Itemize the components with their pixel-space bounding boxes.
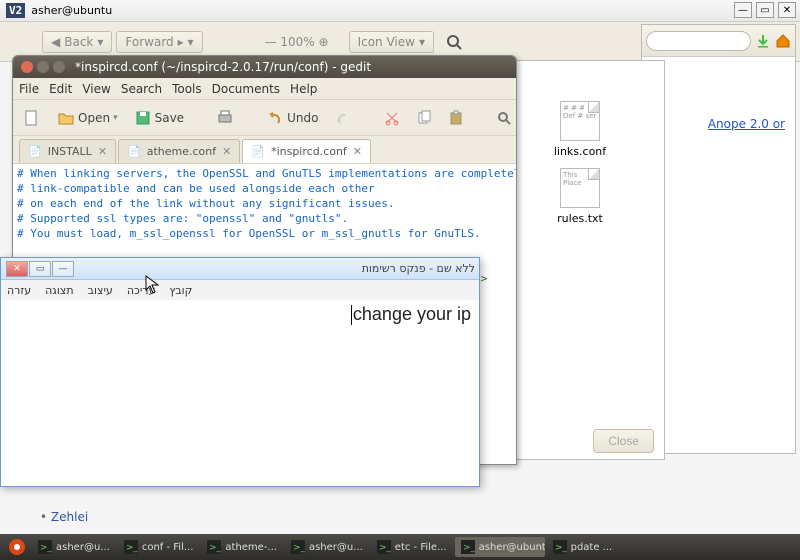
vnc-window-controls: — ▭ ✕: [734, 2, 796, 18]
gedit-menubar: File Edit View Search Tools Documents He…: [13, 78, 516, 100]
new-button[interactable]: [19, 107, 45, 129]
cut-button[interactable]: [380, 108, 404, 128]
close-button[interactable]: ✕: [6, 261, 28, 277]
svg-text:>_: >_: [293, 543, 305, 553]
file-label: rules.txt: [506, 212, 654, 225]
file-pane: # # # # Def # ser links.conf This Place …: [495, 60, 665, 460]
start-menu-button[interactable]: [4, 536, 30, 558]
text-file-icon: # # # # Def # ser: [560, 101, 600, 141]
maximize-button[interactable]: ▭: [756, 2, 774, 18]
terminal-icon: >_: [553, 540, 567, 554]
back-button[interactable]: ◀ Back ▾: [42, 31, 112, 53]
close-button[interactable]: Close: [593, 429, 654, 453]
menu-help[interactable]: Help: [290, 82, 317, 96]
svg-text:>_: >_: [209, 543, 221, 553]
menu-tools[interactable]: Tools: [172, 82, 202, 96]
svg-text:>_: >_: [379, 543, 391, 553]
gedit-tabbar: 📄 INSTALL ✕ 📄 atheme.conf ✕ 📄 *inspircd.…: [13, 136, 516, 164]
home-icon[interactable]: [775, 33, 791, 49]
anope-link[interactable]: Anope 2.0 or: [708, 117, 785, 131]
menu-edit[interactable]: Edit: [49, 82, 72, 96]
menu-help[interactable]: עזרה: [7, 284, 31, 297]
tab-install[interactable]: 📄 INSTALL ✕: [19, 139, 116, 163]
close-tab-icon[interactable]: ✕: [98, 145, 107, 158]
tab-inspircd[interactable]: 📄 *inspircd.conf ✕: [242, 139, 371, 163]
svg-text:>_: >_: [463, 543, 475, 553]
notepad-window: ללא שם - פנקס רשימות ✕ ▭ — קובץ עריכה עי…: [0, 257, 480, 487]
taskbar-item[interactable]: >_etc - File...: [371, 537, 453, 557]
text-file-icon: This Place: [560, 168, 600, 208]
vnc-title: asher@ubuntu: [31, 4, 112, 17]
menu-file[interactable]: File: [19, 82, 39, 96]
forward-button[interactable]: Forward ▸ ▾: [116, 31, 202, 53]
terminal-icon: >_: [38, 540, 52, 554]
minimize-icon[interactable]: [37, 61, 49, 73]
menu-view[interactable]: View: [82, 82, 110, 96]
file-item[interactable]: This Place rules.txt: [506, 168, 654, 225]
vnc-logo: V2: [6, 3, 25, 18]
search-input[interactable]: [646, 31, 751, 51]
maximize-button[interactable]: ▭: [29, 261, 51, 277]
taskbar-item[interactable]: >_asher@u...: [32, 537, 116, 557]
notepad-title: ללא שם - פנקס רשימות: [362, 262, 475, 275]
menu-format[interactable]: עיצוב: [88, 284, 113, 297]
minimize-button[interactable]: —: [52, 261, 74, 277]
taskbar-item[interactable]: >_atheme-...: [201, 537, 283, 557]
file-label: links.conf: [506, 145, 654, 158]
notepad-text-area[interactable]: change your ip: [1, 300, 479, 486]
terminal-icon: >_: [124, 540, 138, 554]
redo-button[interactable]: [330, 107, 356, 129]
minimize-button[interactable]: —: [734, 2, 752, 18]
undo-button[interactable]: Undo: [262, 107, 322, 129]
menu-search[interactable]: Search: [121, 82, 162, 96]
svg-text:>_: >_: [126, 543, 138, 553]
gedit-toolbar: Open▾ Save Undo: [13, 100, 516, 136]
terminal-icon: >_: [461, 540, 475, 554]
taskbar-item[interactable]: >_asher@u...: [285, 537, 369, 557]
taskbar: >_asher@u...>_conf - Fil...>_atheme-...>…: [0, 534, 800, 560]
menu-view[interactable]: תצוגה: [45, 284, 73, 297]
notepad-window-controls: ✕ ▭ —: [5, 261, 74, 277]
close-icon[interactable]: [21, 61, 33, 73]
taskbar-item[interactable]: >_conf - Fil...: [118, 537, 200, 557]
gedit-titlebar[interactable]: *inspircd.conf (~/inspircd-2.0.17/run/co…: [13, 56, 516, 78]
mouse-cursor: [145, 275, 159, 295]
close-tab-icon[interactable]: ✕: [222, 145, 231, 158]
svg-text:>_: >_: [555, 543, 567, 553]
paste-button[interactable]: [444, 108, 468, 128]
taskbar-item[interactable]: >_asher@ubuntu: ~/atheme/bin: [455, 537, 545, 557]
svg-text:>_: >_: [40, 543, 52, 553]
close-button[interactable]: ✕: [778, 2, 796, 18]
gedit-title: *inspircd.conf (~/inspircd-2.0.17/run/co…: [75, 60, 371, 74]
view-mode-select[interactable]: Icon View ▾: [349, 31, 434, 53]
print-button[interactable]: [212, 107, 238, 129]
file-item[interactable]: # # # # Def # ser links.conf: [506, 101, 654, 158]
search-icon[interactable]: [446, 34, 462, 50]
download-icon[interactable]: [755, 33, 771, 49]
vnc-titlebar: V2 asher@ubuntu — ▭ ✕: [0, 0, 800, 22]
zoom-level: — 100% ⊕: [265, 35, 329, 49]
notepad-titlebar[interactable]: ללא שם - פנקס רשימות ✕ ▭ —: [1, 258, 479, 280]
copy-button[interactable]: [412, 108, 436, 128]
tab-atheme[interactable]: 📄 atheme.conf ✕: [118, 139, 240, 163]
menu-file[interactable]: קובץ: [169, 284, 192, 297]
terminal-icon: >_: [207, 540, 221, 554]
taskbar-item[interactable]: >_pdate ...: [547, 537, 619, 557]
window-buttons: [21, 61, 65, 73]
text-cursor: [351, 305, 352, 325]
close-tab-icon[interactable]: ✕: [353, 145, 362, 158]
save-button[interactable]: Save: [130, 107, 188, 129]
maximize-icon[interactable]: [53, 61, 65, 73]
terminal-icon: >_: [377, 540, 391, 554]
menu-documents[interactable]: Documents: [212, 82, 280, 96]
open-button[interactable]: Open▾: [53, 107, 122, 129]
find-button[interactable]: [492, 108, 516, 128]
terminal-icon: >_: [291, 540, 305, 554]
list-fragment[interactable]: Zehlei: [40, 510, 88, 524]
notepad-menubar: קובץ עריכה עיצוב תצוגה עזרה: [1, 280, 479, 300]
